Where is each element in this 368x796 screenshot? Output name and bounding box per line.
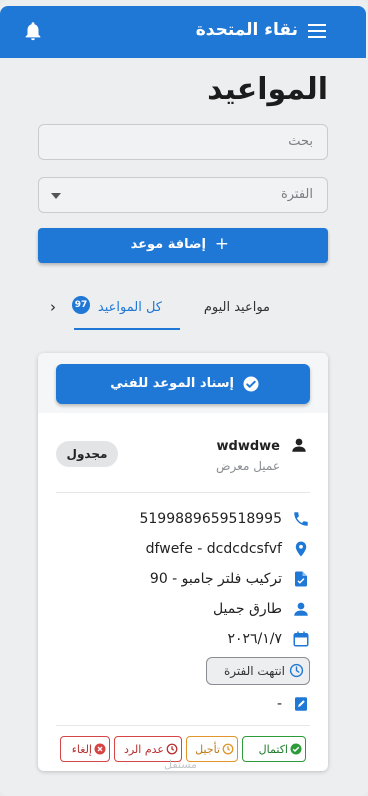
appointment-date: ٢٠٢٦/١/٧ [227,631,282,647]
notes-row: - [56,693,310,715]
search-placeholder: بحث [288,134,313,149]
period-select[interactable]: الفترة [38,177,328,213]
period-status-label: انتهت الفترة [223,664,285,678]
calendar-icon [293,631,309,647]
tab-today-appointments[interactable]: مواعيد اليوم [204,300,270,315]
appointment-card: إسناد الموعد للفني wdwdwe عميل معرض مجدو… [38,353,328,771]
page-title: المواعيد [207,72,328,107]
location-pin-icon [295,541,307,557]
chevron-right-icon[interactable]: › [50,298,56,316]
no-answer-label: عدم الرد [123,743,164,756]
edit-note-icon [295,697,307,711]
plus-icon: + [214,234,229,254]
date-row: ٢٠٢٦/١/٧ [56,628,310,650]
appointment-notes: - [276,696,282,712]
app-title: نقاء المتحدة [195,20,298,40]
postpone-label: تأجيل [195,743,220,756]
cancel-button[interactable]: إلغاء [60,736,110,762]
service-row: تركيب فلتر جامبو - 90 [56,568,310,590]
tab-count-badge: 97 [72,296,90,314]
complete-button[interactable]: اكتمال [242,736,306,762]
add-appointment-button[interactable]: إضافة موعد + [38,228,328,263]
active-tab-indicator [74,328,180,330]
phone-number[interactable]: 5199889659518995 [139,511,282,527]
menu-icon[interactable] [308,23,326,39]
caret-down-icon [51,193,61,199]
assign-technician-label: إسناد الموعد للفني [110,376,234,391]
add-appointment-label: إضافة موعد [130,237,206,252]
customer-type: عميل معرض [216,459,280,473]
assign-technician-button[interactable]: إسناد الموعد للفني [56,364,310,404]
period-select-value: الفترة [280,187,313,202]
address: dfwefe - dcdcdcsfvf [145,541,282,557]
check-circle-icon [243,376,259,392]
person-icon [294,602,308,616]
search-input[interactable]: بحث [38,124,328,160]
appointments-tabs: مواعيد اليوم كل المواعيد 97 › [38,290,328,330]
top-app-bar: نقاء المتحدة [0,6,366,58]
card-header: إسناد الموعد للفني [38,353,328,413]
divider [56,725,310,726]
period-status-chip: انتهت الفترة [206,657,310,685]
app-frame: نقاء المتحدة المواعيد بحث الفترة إضافة م… [0,0,368,796]
phone-icon [294,512,308,526]
technician-name: طارق جميل [212,601,282,617]
clipboard-check-icon [295,571,307,587]
person-icon [292,438,306,452]
service-name: تركيب فلتر جامبو - 90 [149,571,282,587]
check-circle-icon [290,743,302,755]
tab-all-appointments[interactable]: كل المواعيد [98,300,162,315]
clock-icon [166,743,178,755]
clock-icon [289,663,304,678]
phone-row: 5199889659518995 [56,508,310,530]
cancel-circle-icon [94,743,106,755]
bell-icon[interactable] [22,20,44,42]
divider [56,492,310,493]
watermark: مستقل [164,758,197,771]
technician-row: طارق جميل [56,598,310,620]
address-row: dfwefe - dcdcdcsfvf [56,538,310,560]
customer-name: wdwdwe [216,439,280,454]
cancel-label: إلغاء [71,743,92,756]
clock-icon [222,743,234,755]
status-badge: مجدول [56,441,118,467]
complete-label: اكتمال [258,743,288,756]
